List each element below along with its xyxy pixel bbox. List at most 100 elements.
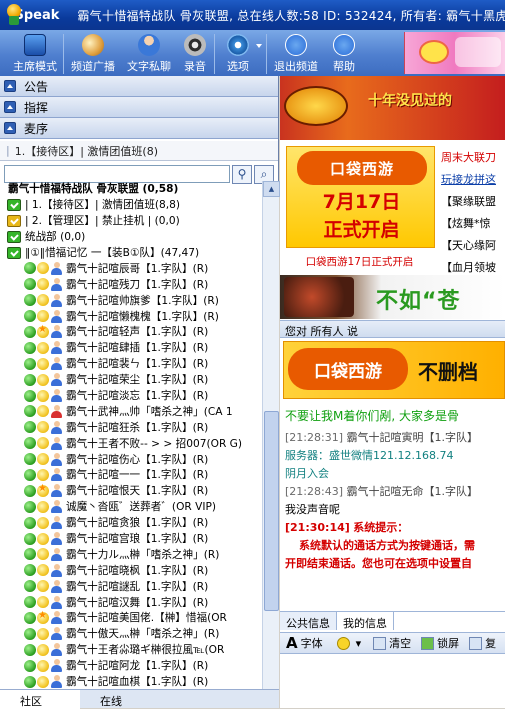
user-row[interactable]: 霸气十記喧汉舞【1.字队】(R) <box>0 594 262 610</box>
user-row[interactable]: 霸气十王者尛璐ギ榊很拉風℡(OR <box>0 642 262 658</box>
lock-screen-button[interactable]: 锁屏 <box>421 635 459 651</box>
scroll-thumb[interactable] <box>264 411 279 611</box>
message-input[interactable] <box>280 655 505 708</box>
tab-my-info[interactable]: 我的信息 <box>337 612 394 630</box>
user-avatar-icon <box>50 643 63 657</box>
section-command[interactable]: 指挥 <box>0 97 278 118</box>
ad-link[interactable]: 【聚缘联盟 <box>441 190 505 212</box>
user-row[interactable]: 霸气十記喧血棋【1.字队】(R) <box>0 674 262 689</box>
options-button[interactable]: 选项 <box>216 32 262 76</box>
user-name: 霸气十王者尛璐ギ榊很拉風℡(OR <box>66 644 225 657</box>
user-row[interactable]: 霸气十武神灬帅「嗜杀之神」(CA 1 <box>0 403 262 419</box>
top-ad-banner[interactable]: 十年没见过的 <box>280 76 505 140</box>
user-row[interactable]: 霸气十記喧裴ㄣ【1.字队】(R) <box>0 356 262 372</box>
locate-icon: ⌕ <box>260 166 268 181</box>
channel-lock-icon <box>7 230 21 243</box>
toolbar-ad-banner[interactable] <box>404 32 505 74</box>
user-row[interactable]: 霸气十王者不败-- > > 招007(OR G) <box>0 435 262 451</box>
scroll-up-icon[interactable]: ▲ <box>263 181 280 197</box>
channel-label: | 2.【管理区】| 禁止挂机 | (0,0) <box>25 215 180 228</box>
user-row[interactable]: 霸气十記喧残刀【1.字队】(R) <box>0 276 262 292</box>
chat-message: 服务器：盛世微情121.12.168.74 <box>285 449 454 462</box>
chat-ad-banner[interactable]: 口袋西游 不删档 <box>283 341 505 399</box>
chat-message: [21:28:31] 霸气十記喧寅明【1.字队】 <box>285 429 478 445</box>
channel-row[interactable]: | 2.【管理区】| 禁止挂机 | (0,0) <box>0 213 262 229</box>
user-row[interactable]: 霸气十記喧宫琅【1.字队】(R) <box>0 531 262 547</box>
user-avatar-icon <box>50 500 63 514</box>
user-row[interactable]: 霸气十記喧晓枫【1.字队】(R) <box>0 562 262 578</box>
user-row[interactable]: 霸气十記喧美国佬.【榊】惜福(OR <box>0 610 262 626</box>
channel-row[interactable]: 统战部 (0,0) <box>0 229 262 245</box>
user-row[interactable]: 诚魔丶沓瓯゛送葬者゛(OR VIP) <box>0 499 262 515</box>
user-row[interactable]: 霸气十記喧辰哥【1.字队】(R) <box>0 260 262 276</box>
channel-row[interactable]: | 1.【接待区】| 激情团值班(8,8) <box>0 197 262 213</box>
tab-community[interactable]: 社区 <box>0 690 80 709</box>
channel-row[interactable]: ‖①‖惜福记忆 一【装B①队】(47,47) <box>0 245 262 261</box>
user-name: 霸气十武神灬帅「嗜杀之神」(CA 1 <box>66 405 233 418</box>
copy-button[interactable]: 复 <box>469 635 496 651</box>
user-row[interactable]: 霸气十記喧淡忘【1.字队】(R) <box>0 388 262 404</box>
message-sender[interactable]: 霸气十記喧无命【1.字队】 <box>347 485 479 498</box>
ad-link[interactable]: 玩接龙拼这 <box>441 168 505 190</box>
say-target-bar[interactable]: 您对 所有人 说 <box>280 320 505 338</box>
section-label: 指挥 <box>24 100 49 115</box>
toolbar-label: 录音 <box>184 60 206 73</box>
mic-status-icon <box>24 341 36 354</box>
mic-status-icon <box>24 500 36 513</box>
mic-status-icon <box>24 262 36 275</box>
user-row[interactable]: 霸气十記喧狂杀【1.字队】(R) <box>0 419 262 435</box>
help-button[interactable]: 帮助 <box>324 32 364 76</box>
chat-tabs: 公共信息 我的信息 <box>280 611 505 630</box>
user-row[interactable]: 霸气十記喧荣尘【1.字队】(R) <box>0 372 262 388</box>
user-row[interactable]: 霸气十記喧轻声【1.字队】(R) <box>0 324 262 340</box>
poster-brand: 口袋西游 <box>297 151 427 185</box>
user-row[interactable]: 霸气十記喧懒槐槐【1.字队】(R) <box>0 308 262 324</box>
moon-badge-icon <box>37 373 49 386</box>
user-name: 霸气十記喧懒槐槐【1.字队】(R) <box>66 310 219 323</box>
user-row[interactable]: 霸气十記喧阿龙【1.字队】(R) <box>0 658 262 674</box>
user-row[interactable]: 霸气十傲天灬榊「嗜杀之神」(R) <box>0 626 262 642</box>
exit-channel-button[interactable]: 退出频道 <box>268 32 324 76</box>
chevron-down-icon <box>256 44 262 48</box>
clear-button[interactable]: 清空 <box>373 635 411 651</box>
poster-caption[interactable]: 口袋西游17日正式开启 <box>284 254 435 269</box>
message-sender[interactable]: 霸气十記喧寅明【1.字队】 <box>347 431 479 444</box>
ad-link[interactable]: 【炫舞*惊 <box>441 212 505 234</box>
collapse-icon <box>4 101 16 113</box>
star-badge-icon <box>37 610 49 624</box>
ad-link[interactable]: 周末大联刀 <box>441 146 505 168</box>
user-row[interactable]: 霸气十記喧帅旗爹【1.字队】(R) <box>0 292 262 308</box>
private-chat-button[interactable]: 文字私聊 <box>121 32 177 76</box>
channel-info: 霸气十惜福特战队 骨灰联盟, 总在线人数:58 ID: 532424, 所有者:… <box>77 8 505 23</box>
lock-icon <box>421 636 435 650</box>
moon-badge-icon <box>37 580 49 593</box>
section-mic-queue[interactable]: 麦序 <box>0 118 278 139</box>
font-icon: A <box>286 634 298 652</box>
mid-ad-banner[interactable]: 不如“苍 <box>280 275 505 319</box>
user-row[interactable]: 霸气十記喧謎乱【1.字队】(R) <box>0 578 262 594</box>
channel-broadcast-button[interactable]: 频道广播 <box>65 32 121 76</box>
tab-online[interactable]: 在线 <box>80 690 160 709</box>
system-label: 系统提示： <box>353 521 409 534</box>
user-row[interactable]: 霸气十記喧伤心【1.字队】(R) <box>0 451 262 467</box>
font-button[interactable]: A 字体 <box>286 634 323 652</box>
poster-open: 正式开启 <box>323 219 400 241</box>
star-badge-icon <box>37 483 49 497</box>
user-row[interactable]: 霸气十記喧贪狼【1.字队】(R) <box>0 515 262 531</box>
user-row[interactable]: 霸气十記喧一一【1.字队】(R) <box>0 467 262 483</box>
user-row[interactable]: 霸气十記喧肆插【1.字队】(R) <box>0 340 262 356</box>
record-button[interactable]: 录音 <box>177 32 213 76</box>
ad-link[interactable]: 【天心缘阿 <box>441 234 505 256</box>
ad-poster[interactable]: 口袋西游 7月17日 正式开启 <box>286 146 435 248</box>
chairman-mode-button[interactable]: 主席模式 <box>8 32 62 76</box>
mic-status-icon <box>24 310 36 323</box>
emoji-button[interactable]: ▾ <box>336 636 361 650</box>
system-message-line: 系统默认的通话方式为按键通话，需 <box>299 539 475 552</box>
toolbar-label: 帮助 <box>333 60 355 73</box>
section-announcement[interactable]: 公告 <box>0 76 278 97</box>
tree-root[interactable]: 霸气十惜福特战队 骨灰联盟 (0,58) <box>0 181 262 197</box>
user-row[interactable]: 霸气十記喧恨天【1.字队】(R) <box>0 483 262 499</box>
tab-public-info[interactable]: 公共信息 <box>280 612 337 630</box>
user-row[interactable]: 霸气十力ル灬榊「嗜杀之神」(R) <box>0 546 262 562</box>
tree-scrollbar[interactable]: ▲ <box>262 181 280 689</box>
